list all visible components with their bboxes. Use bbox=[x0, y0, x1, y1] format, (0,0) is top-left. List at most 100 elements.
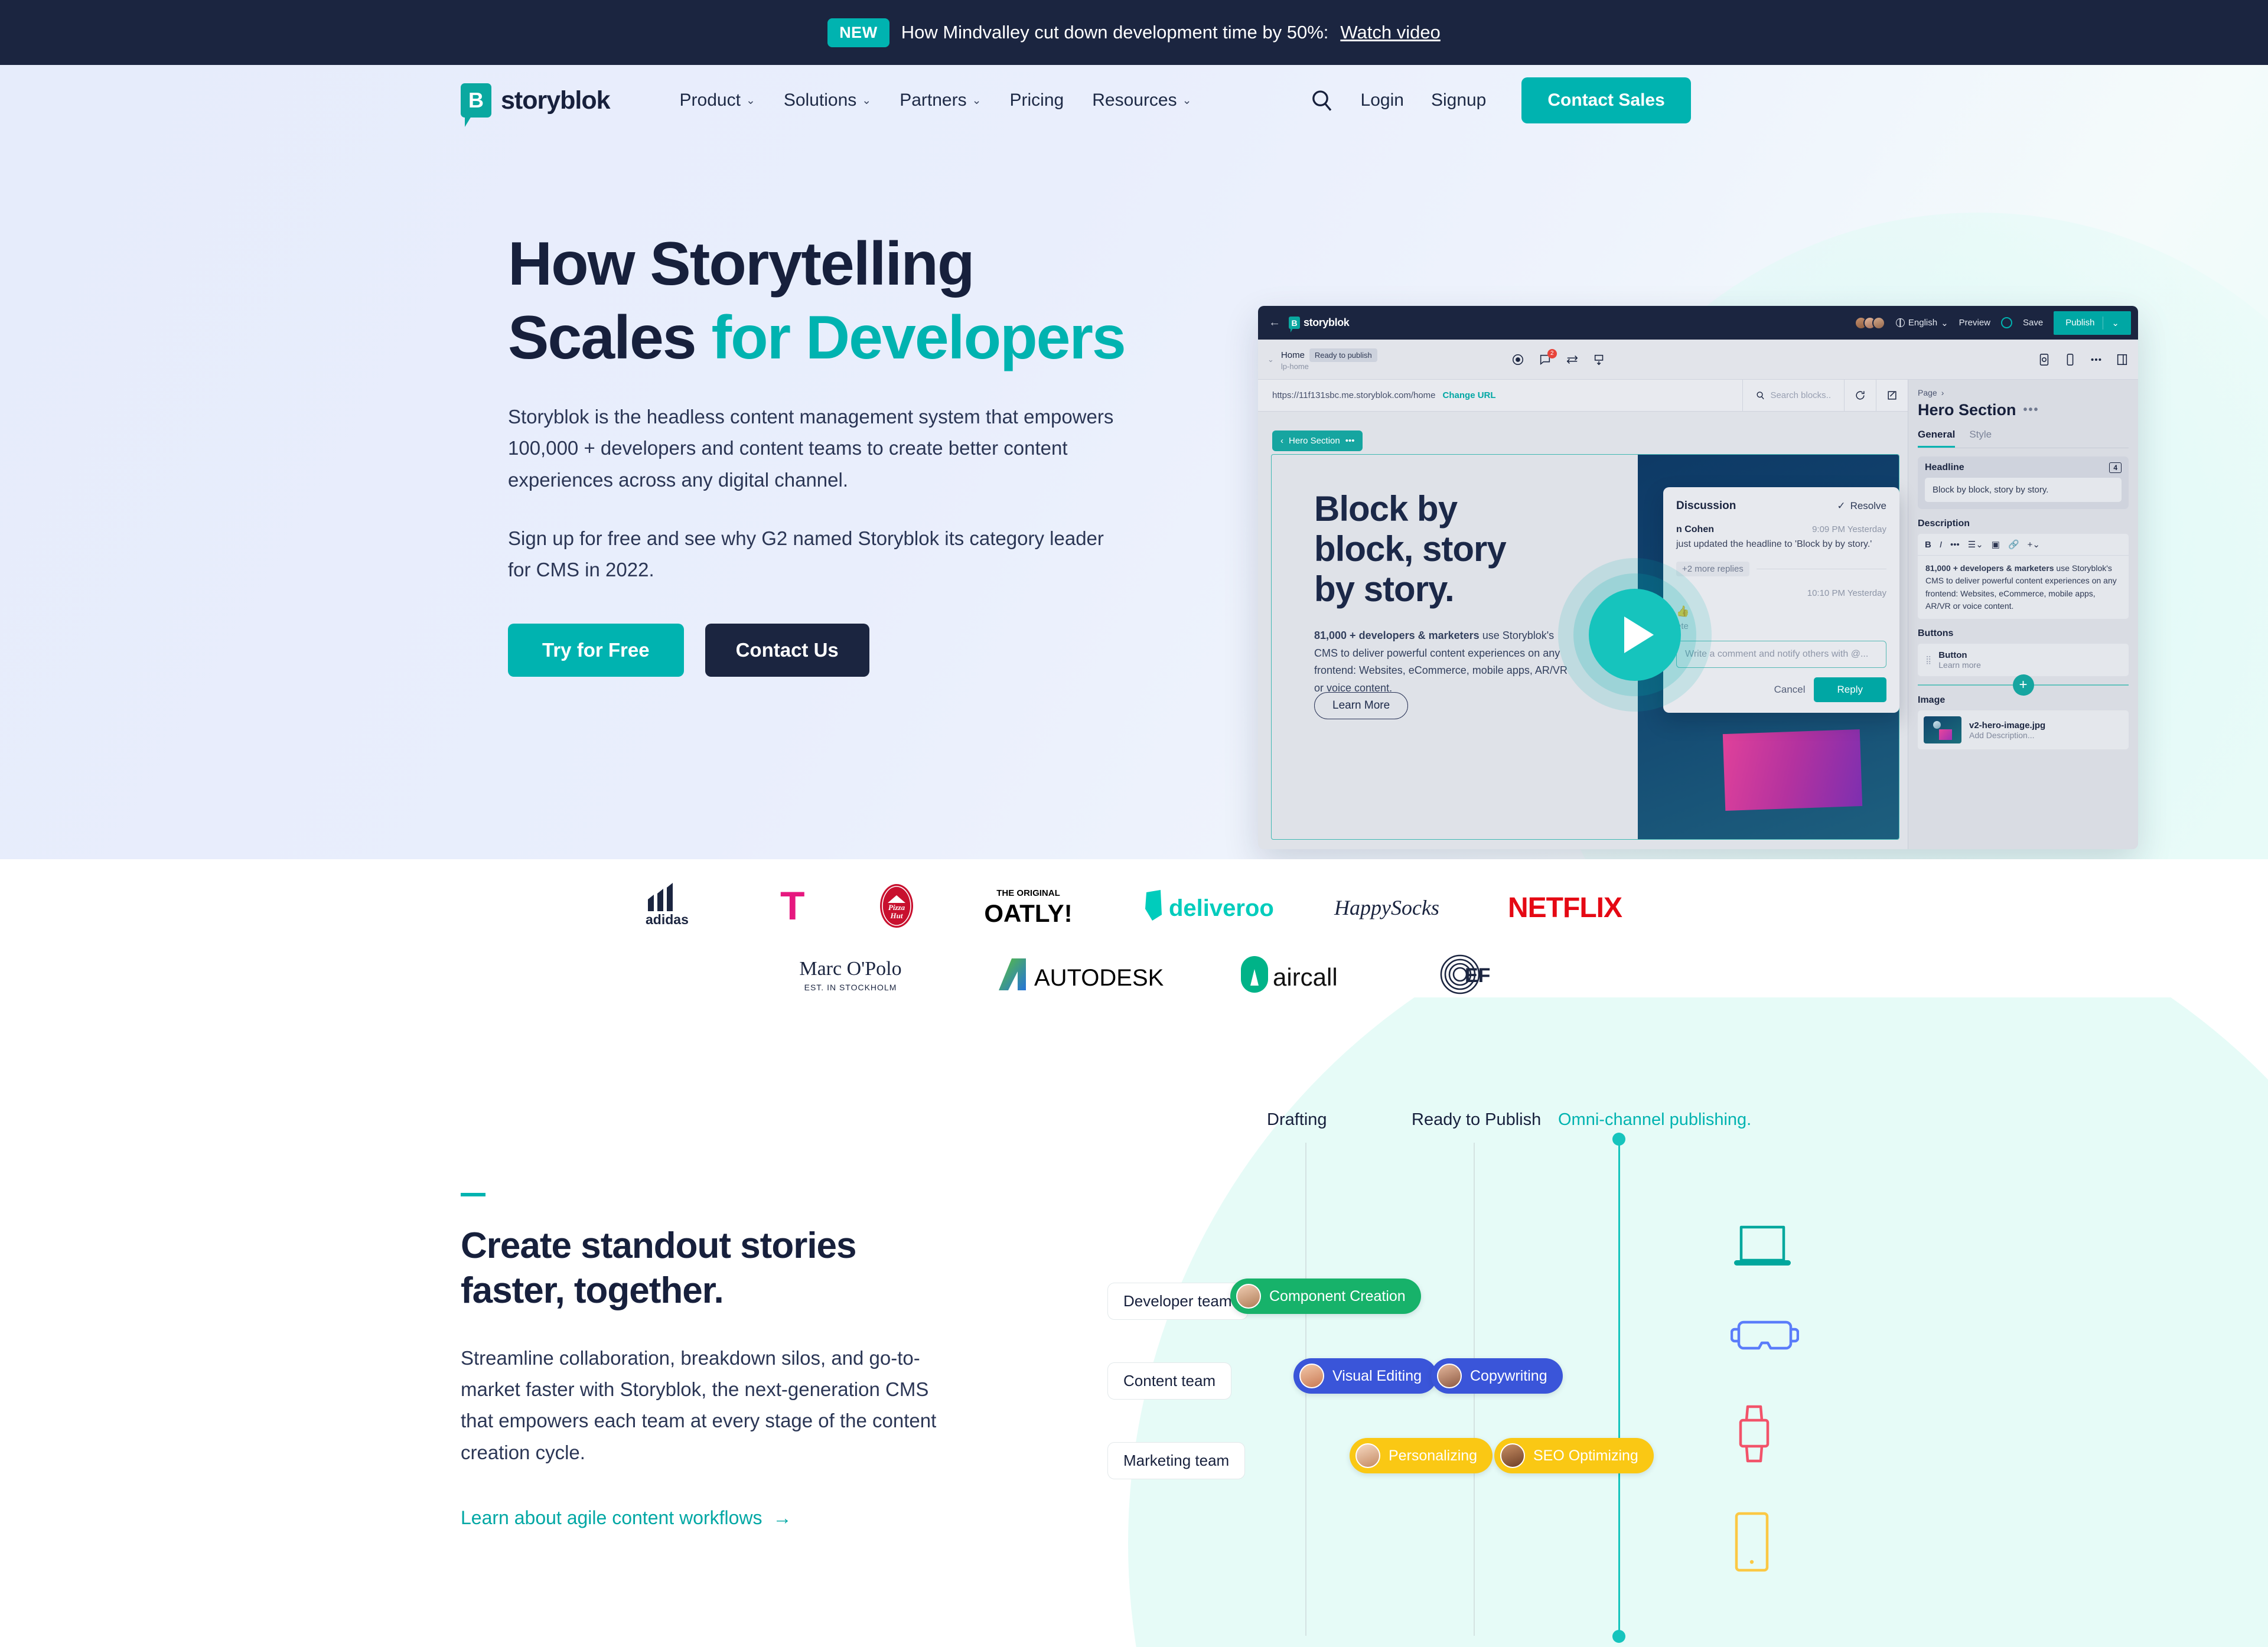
mockup-topbar-right: English ⌄ Preview Save Publish ⌄ bbox=[1854, 311, 2131, 335]
panel-toggle-icon[interactable] bbox=[2116, 353, 2129, 366]
more-options-icon[interactable]: ••• bbox=[1345, 436, 1355, 446]
more-options-icon[interactable] bbox=[2090, 353, 2103, 366]
marc-opolo-subtitle: EST. IN STOCKHOLM bbox=[804, 983, 897, 992]
add-icon[interactable]: +⌄ bbox=[2028, 539, 2040, 550]
svg-text:deliveroo: deliveroo bbox=[1169, 895, 1274, 921]
headline-comment-badge[interactable]: 4 bbox=[2109, 462, 2122, 473]
device-mobile-phone bbox=[1731, 1510, 1799, 1578]
task-pill-component-creation[interactable]: Component Creation bbox=[1230, 1279, 1421, 1314]
publish-label: Publish bbox=[2065, 318, 2095, 328]
svg-text:Pizza: Pizza bbox=[888, 903, 905, 912]
agile-workflows-link[interactable]: Learn about agile content workflows → bbox=[461, 1507, 951, 1529]
brand-happysocks: HappySocks bbox=[1331, 883, 1449, 929]
back-arrow-icon[interactable]: ← bbox=[1269, 316, 1280, 330]
storyblok-logo[interactable]: B storyblok bbox=[461, 83, 611, 127]
italic-icon[interactable]: I bbox=[1940, 540, 1942, 550]
save-button[interactable]: Save bbox=[2023, 318, 2043, 328]
chevron-down-icon: ⌄ bbox=[745, 94, 755, 107]
button-list-item[interactable]: ⣿ Button Learn more bbox=[1918, 644, 2129, 677]
refresh-button[interactable] bbox=[1844, 380, 1876, 411]
nav-item-solutions-label: Solutions bbox=[783, 90, 857, 110]
team-label-developer[interactable]: Developer team bbox=[1107, 1283, 1248, 1320]
nav-item-product[interactable]: Product ⌄ bbox=[680, 90, 755, 110]
try-for-free-button[interactable]: Try for Free bbox=[508, 623, 684, 677]
svg-text:adidas: adidas bbox=[646, 912, 689, 927]
more-options-icon[interactable]: ••• bbox=[2023, 403, 2039, 417]
search-blocks-input[interactable]: Search blocks.. bbox=[1742, 380, 1844, 411]
resolve-button[interactable]: ✓ Resolve bbox=[1837, 500, 1886, 512]
team-label-marketing[interactable]: Marketing team bbox=[1107, 1442, 1246, 1479]
tab-style[interactable]: Style bbox=[1969, 429, 1992, 448]
netflix-logo-icon: NETFLIX bbox=[1508, 892, 1623, 924]
mobile-icon[interactable] bbox=[2064, 353, 2077, 366]
search-icon[interactable] bbox=[1310, 89, 1334, 112]
more-options-icon[interactable]: ••• bbox=[1950, 540, 1960, 550]
login-link[interactable]: Login bbox=[1361, 90, 1404, 110]
task-label: Visual Editing bbox=[1332, 1367, 1422, 1384]
mockup-body: https://11f131sbc.me.storyblok.com/home … bbox=[1258, 380, 2138, 849]
preview-button[interactable]: Preview bbox=[1959, 318, 1990, 328]
task-pill-seo-optimizing[interactable]: SEO Optimizing bbox=[1494, 1438, 1654, 1473]
status-ring-icon[interactable] bbox=[2001, 317, 2013, 328]
storyblok-logo-icon: B bbox=[461, 83, 491, 127]
section2-heading: Create standout stories faster, together… bbox=[461, 1224, 951, 1314]
cancel-button[interactable]: Cancel bbox=[1774, 684, 1806, 696]
storyblok-logo-text: storyblok bbox=[501, 86, 611, 115]
description-textarea[interactable]: 81,000 + developers & marketers use Stor… bbox=[1918, 556, 2129, 619]
list-icon[interactable]: ☰⌄ bbox=[1968, 539, 1983, 550]
publish-button[interactable]: Publish ⌄ bbox=[2054, 311, 2131, 335]
more-replies-link[interactable]: +2 more replies bbox=[1676, 562, 1749, 577]
compare-icon[interactable] bbox=[1566, 353, 1579, 366]
reply-button[interactable]: Reply bbox=[1813, 677, 1886, 703]
play-button[interactable] bbox=[1589, 589, 1681, 681]
comments-icon[interactable]: 2 bbox=[1539, 348, 1557, 366]
subbar-tools: 2 bbox=[1511, 348, 1606, 366]
tablet-icon[interactable] bbox=[2038, 353, 2051, 366]
nav-item-partners[interactable]: Partners ⌄ bbox=[900, 90, 981, 110]
inspector-title-row: Hero Section ••• bbox=[1918, 401, 2129, 419]
drag-handle-icon[interactable]: ⣿ bbox=[1925, 655, 1931, 664]
section-background-circle bbox=[1128, 997, 2268, 1647]
add-block-button[interactable]: + bbox=[2012, 674, 2034, 696]
signup-link[interactable]: Signup bbox=[1431, 90, 1486, 110]
task-label: Personalizing bbox=[1389, 1447, 1478, 1464]
laptop-icon bbox=[1734, 1225, 1791, 1266]
autodesk-logo-icon: AUTODESK bbox=[998, 958, 1164, 991]
svg-text:aircall: aircall bbox=[1273, 963, 1338, 991]
add-block-icon[interactable] bbox=[1593, 353, 1606, 366]
aircall-logo-icon: aircall bbox=[1240, 956, 1338, 993]
nav-item-pricing[interactable]: Pricing bbox=[1010, 90, 1064, 110]
edit-button[interactable] bbox=[1876, 380, 1908, 411]
hero-section-tag[interactable]: ‹ Hero Section ••• bbox=[1272, 430, 1363, 451]
target-icon[interactable] bbox=[1511, 353, 1524, 366]
image-description-placeholder[interactable]: Add Description... bbox=[1969, 730, 2045, 740]
play-icon bbox=[1624, 617, 1654, 653]
nav-item-resources[interactable]: Resources ⌄ bbox=[1092, 90, 1191, 110]
tab-general[interactable]: General bbox=[1918, 429, 1956, 448]
image-asset-item[interactable]: v2-hero-image.jpg Add Description... bbox=[1918, 710, 2129, 750]
preview-learn-more-button[interactable]: Learn More bbox=[1314, 692, 1409, 719]
nav-item-solutions[interactable]: Solutions ⌄ bbox=[784, 90, 871, 110]
device-vr-headset bbox=[1730, 1316, 1800, 1362]
inspector-title: Hero Section bbox=[1918, 401, 2016, 419]
description-label: Description bbox=[1918, 518, 1970, 529]
task-pill-visual-editing[interactable]: Visual Editing bbox=[1293, 1358, 1438, 1394]
task-pill-personalizing[interactable]: Personalizing bbox=[1350, 1438, 1493, 1473]
workflow-teal-line bbox=[1618, 1139, 1620, 1638]
contact-us-button[interactable]: Contact Us bbox=[705, 623, 869, 677]
team-label-content[interactable]: Content team bbox=[1107, 1362, 1232, 1400]
inspector-breadcrumb[interactable]: Page › bbox=[1918, 388, 2129, 397]
chevron-down-icon[interactable]: ⌄ bbox=[1267, 355, 1274, 364]
change-url-link[interactable]: Change URL bbox=[1443, 390, 1496, 400]
link-icon[interactable]: 🔗 bbox=[2008, 539, 2019, 550]
headline-input[interactable]: Block by block, story by story. bbox=[1925, 478, 2122, 502]
bold-icon[interactable]: B bbox=[1925, 540, 1931, 550]
image-icon[interactable]: ▣ bbox=[1992, 539, 2000, 550]
device-smartwatch bbox=[1731, 1403, 1799, 1469]
task-pill-copywriting[interactable]: Copywriting bbox=[1431, 1358, 1563, 1394]
language-selector[interactable]: English ⌄ bbox=[1895, 318, 1948, 328]
brand-oatly: THE ORIGINAL OATLY! bbox=[975, 883, 1081, 929]
contact-sales-button[interactable]: Contact Sales bbox=[1521, 77, 1691, 123]
watch-video-link[interactable]: Watch video bbox=[1340, 22, 1440, 43]
svg-text:HappySocks: HappySocks bbox=[1334, 896, 1439, 919]
